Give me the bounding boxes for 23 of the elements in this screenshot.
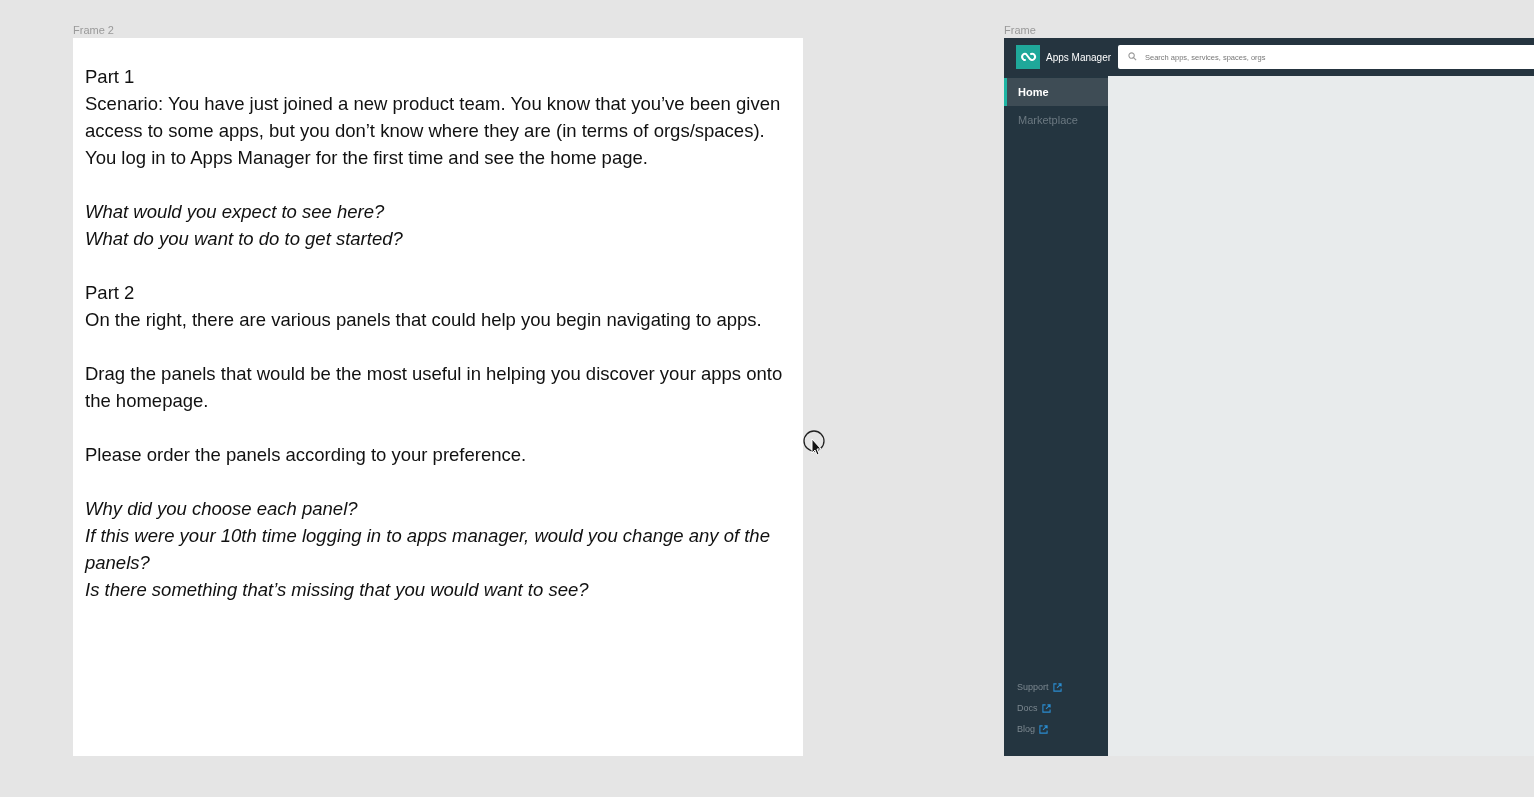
logo-icon	[1016, 45, 1040, 69]
external-link-icon	[1052, 682, 1062, 692]
footer-link[interactable]: Support	[1017, 682, 1049, 692]
instruction-text: If this were your 10th time logging in to apps manager, would you change any of the panels?	[85, 524, 771, 575]
instruction-text: On the right, there are various panels that could help you begin navigating to apps.	[85, 308, 763, 332]
nav-item[interactable]: Marketplace	[1004, 106, 1108, 134]
app-title: Apps Manager	[1046, 51, 1112, 63]
external-link-icon	[1041, 703, 1051, 713]
footer-link[interactable]: Blog	[1017, 724, 1035, 734]
frame-label: Frame 2	[73, 23, 115, 38]
instruction-text: Part 1	[85, 65, 136, 89]
instruction-text: Drag the panels that would be the most useful in helping you discover your apps onto the homepage.	[85, 362, 784, 413]
footer-link[interactable]: Docs	[1017, 703, 1038, 713]
frame-label: Frame	[1004, 23, 1037, 38]
instruction-text: What do you want to do to get started?	[85, 227, 404, 251]
instruction-text: Part 2	[85, 281, 136, 305]
external-link-icon	[1039, 724, 1048, 734]
nav-item[interactable]: Home	[1004, 78, 1108, 106]
instruction-text: Please order the panels according to your preference.	[85, 443, 528, 467]
instruction-text: What would you expect to see here?	[85, 200, 386, 224]
instruction-text: Is there something that’s missing that you would want to see?	[85, 578, 590, 602]
instruction-text: Why did you choose each panel?	[85, 497, 359, 521]
instruction-text: Scenario: You have just joined a new product team. You know that you’ve been given access to some apps, but you don’t know where they are (in terms of orgs/spaces). You log in to Apps Manager for the first time and see the home page.	[85, 92, 782, 170]
